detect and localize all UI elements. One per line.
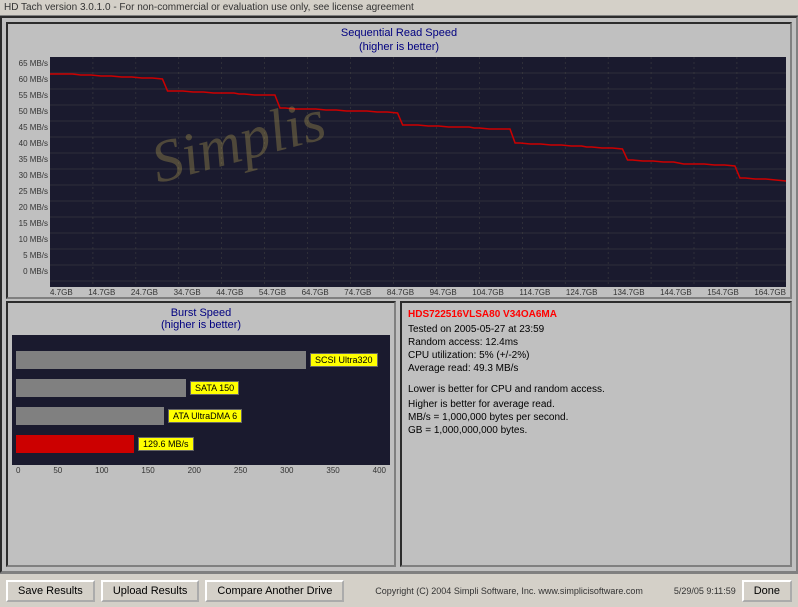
burst-chart-panel: Burst Speed (higher is better) SCSI Ultr… [6, 301, 396, 567]
seq-chart-svg [50, 57, 786, 287]
burst-bar-sata: SATA 150 [16, 377, 386, 399]
bar-scsi [16, 351, 306, 369]
drive-model: HDS722516VLSA80 V34OA6MA [408, 309, 784, 320]
title-text: HD Tach version 3.0.1.0 - For non-commer… [4, 2, 414, 13]
main-container: Sequential Read Speed (higher is better)… [0, 16, 798, 573]
burst-bar-scsi: SCSI Ultra320 [16, 349, 386, 371]
bar-actual [16, 435, 134, 453]
info-panel: HDS722516VLSA80 V34OA6MA Tested on 2005-… [400, 301, 792, 567]
burst-bar-actual: 129.6 MB/s [16, 433, 386, 455]
upload-results-button[interactable]: Upload Results [101, 580, 200, 602]
copyright-text: Copyright (C) 2004 Simpli Software, Inc.… [350, 586, 667, 596]
sequential-chart-panel: Sequential Read Speed (higher is better)… [6, 22, 792, 299]
burst-x-labels: 0 50 100 150 200 250 300 350 400 [12, 466, 390, 475]
done-button[interactable]: Done [742, 580, 792, 602]
info-line1: Tested on 2005-05-27 at 23:59 [408, 324, 784, 335]
info-note2: Higher is better for average read. [408, 399, 784, 410]
y-axis: 65 MB/s 60 MB/s 55 MB/s 50 MB/s 45 MB/s … [12, 57, 50, 292]
info-line2: Random access: 12.4ms [408, 337, 784, 348]
datetime-text: 5/29/05 9:11:59 [674, 586, 736, 596]
x-axis-labels: 4.7GB 14.7GB 24.7GB 34.7GB 44.7GB 54.7GB… [50, 288, 786, 297]
title-bar: HD Tach version 3.0.1.0 - For non-commer… [0, 0, 798, 16]
bar-label-actual: 129.6 MB/s [138, 437, 194, 451]
info-note3: MB/s = 1,000,000 bytes per second. [408, 412, 784, 423]
info-note1: Lower is better for CPU and random acces… [408, 384, 784, 395]
burst-chart-area: SCSI Ultra320 SATA 150 ATA UltraDMA 6 [12, 335, 390, 475]
bottom-section: Burst Speed (higher is better) SCSI Ultr… [6, 301, 792, 567]
seq-chart-title: Sequential Read Speed (higher is better) [8, 24, 790, 57]
save-results-button[interactable]: Save Results [6, 580, 95, 602]
seq-chart-area: Simplis [50, 57, 786, 287]
burst-chart-title: Burst Speed (higher is better) [12, 307, 390, 331]
bar-label-ata: ATA UltraDMA 6 [168, 409, 242, 423]
bar-sata [16, 379, 186, 397]
burst-bar-ata: ATA UltraDMA 6 [16, 405, 386, 427]
bar-label-sata: SATA 150 [190, 381, 239, 395]
bar-ata [16, 407, 164, 425]
seq-chart-container: 65 MB/s 60 MB/s 55 MB/s 50 MB/s 45 MB/s … [12, 57, 786, 297]
info-line4: Average read: 49.3 MB/s [408, 363, 784, 374]
info-note4: GB = 1,000,000,000 bytes. [408, 425, 784, 436]
compare-drive-button[interactable]: Compare Another Drive [205, 580, 344, 602]
toolbar: Save Results Upload Results Compare Anot… [0, 573, 798, 607]
info-line3: CPU utilization: 5% (+/-2%) [408, 350, 784, 361]
bar-label-scsi: SCSI Ultra320 [310, 353, 378, 367]
burst-bars-bg: SCSI Ultra320 SATA 150 ATA UltraDMA 6 [12, 335, 390, 465]
